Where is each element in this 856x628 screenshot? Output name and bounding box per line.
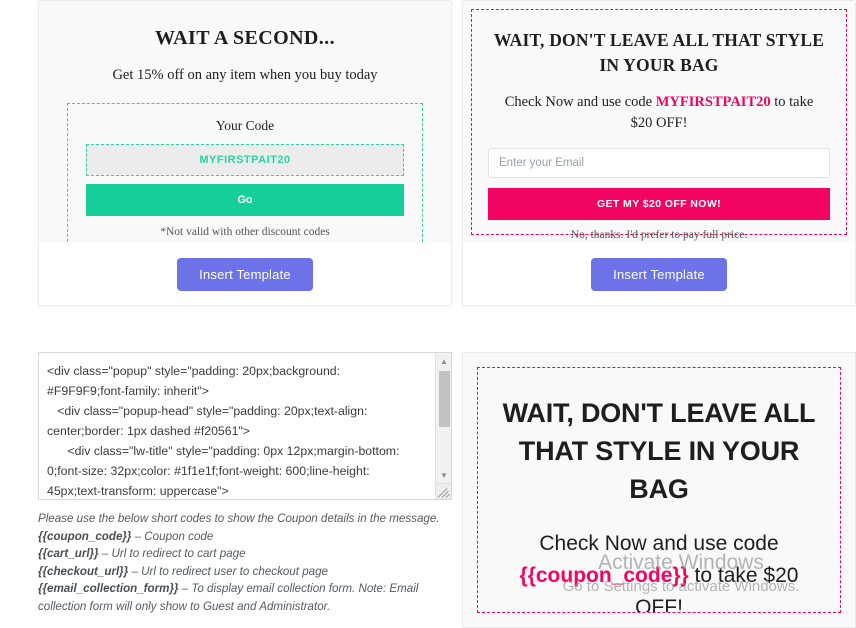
popup-green: WAIT A SECOND... Get 15% off on any item… xyxy=(49,25,441,257)
shortcode-desc-coupon-code: – Coupon code xyxy=(131,529,214,543)
resize-line-3 xyxy=(445,493,450,498)
shortcode-item-email-form: {{email_collection_form}} – To display e… xyxy=(38,580,452,615)
shortcode-intro: Please use the below short codes to show… xyxy=(38,512,440,525)
popup-pink-subtitle-before: Check Now and use code xyxy=(504,94,656,110)
popup-green-subtitle: Get 15% off on any item when you buy tod… xyxy=(112,67,378,83)
live-preview-subtitle-before: Check Now and use code xyxy=(539,532,779,555)
popup-pink-title: WAIT, DON'T LEAVE ALL THAT STYLE IN YOUR… xyxy=(493,30,825,75)
shortcode-help: Please use the below short codes to show… xyxy=(38,510,452,615)
shortcode-desc-checkout-url: – Url to redirect user to checkout page xyxy=(128,564,328,578)
shortcode-token-coupon-code: {{coupon_code}} xyxy=(38,529,132,543)
template-card-green[interactable]: WAIT A SECOND... Get 15% off on any item… xyxy=(38,0,452,306)
popup-pink: WAIT, DON'T LEAVE ALL THAT STYLE IN YOUR… xyxy=(471,9,847,241)
popup-green-coupon-code: MYFIRSTPAIT20 xyxy=(86,144,404,176)
popup-pink-decline-link[interactable]: No, thanks. I'd prefer to pay full price… xyxy=(488,229,830,241)
editor-row: <div class="popup" style="padding: 20px;… xyxy=(0,352,856,628)
shortcode-item-coupon-code: {{coupon_code}} – Coupon code xyxy=(38,528,452,546)
html-code-editor-content[interactable]: <div class="popup" style="padding: 20px;… xyxy=(39,353,419,499)
template-card-pink[interactable]: WAIT, DON'T LEAVE ALL THAT STYLE IN YOUR… xyxy=(462,0,856,306)
live-preview-subtitle: Check Now and use code {{coupon_code}} t… xyxy=(500,528,818,612)
live-preview-popup: WAIT, DON'T LEAVE ALL THAT STYLE IN YOUR… xyxy=(477,367,841,613)
popup-pink-subtitle: Check Now and use code MYFIRSTPAIT20 to … xyxy=(494,92,824,134)
template-green-footer: Insert Template xyxy=(39,243,451,305)
live-preview-title: WAIT, DON'T LEAVE ALL THAT STYLE IN YOUR… xyxy=(502,398,816,504)
shortcode-desc-cart-url: – Url to redirect to cart page xyxy=(98,547,246,560)
popup-green-title: WAIT A SECOND... xyxy=(155,27,335,49)
live-preview-coupon-token: {{coupon_code}} xyxy=(519,564,689,587)
live-preview-card: WAIT, DON'T LEAVE ALL THAT STYLE IN YOUR… xyxy=(462,352,856,628)
live-preview-column: WAIT, DON'T LEAVE ALL THAT STYLE IN YOUR… xyxy=(462,352,856,628)
insert-template-button-green[interactable]: Insert Template xyxy=(177,257,313,291)
insert-template-button-pink[interactable]: Insert Template xyxy=(591,257,727,291)
shortcode-token-checkout-url: {{checkout_url}} xyxy=(38,564,129,578)
resize-handle-icon[interactable] xyxy=(435,483,451,499)
html-code-editor[interactable]: <div class="popup" style="padding: 20px;… xyxy=(38,352,452,500)
popup-pink-coupon-code: MYFIRSTPAIT20 xyxy=(655,94,771,110)
popup-green-go-button[interactable]: Go xyxy=(86,184,404,216)
scroll-up-arrow-icon[interactable]: ▲ xyxy=(436,353,451,369)
editor-scrollbar[interactable]: ▲ ▼ xyxy=(435,353,451,499)
scrollbar-thumb[interactable] xyxy=(439,371,450,427)
popup-pink-email-input[interactable] xyxy=(488,148,830,178)
template-gallery-row: WAIT A SECOND... Get 15% off on any item… xyxy=(0,0,856,306)
scroll-down-arrow-icon[interactable]: ▼ xyxy=(436,467,451,483)
shortcode-token-email-form: {{email_collection_form}} xyxy=(38,582,179,595)
popup-green-code-label: Your Code xyxy=(215,118,275,133)
popup-green-disclaimer: *Not valid with other discount codes xyxy=(160,226,330,238)
template-preview-green: WAIT A SECOND... Get 15% off on any item… xyxy=(39,1,451,257)
template-pink-footer: Insert Template xyxy=(463,243,855,305)
popup-pink-cta-button[interactable]: GET MY $20 OFF NOW! xyxy=(488,188,830,220)
editor-column: <div class="popup" style="padding: 20px;… xyxy=(38,352,452,628)
template-preview-pink: WAIT, DON'T LEAVE ALL THAT STYLE IN YOUR… xyxy=(463,1,855,243)
shortcode-item-checkout-url: {{checkout_url}} – Url to redirect user … xyxy=(38,563,452,581)
shortcode-token-cart-url: {{cart_url}} xyxy=(38,547,99,560)
popup-green-coupon-box: Your Code MYFIRSTPAIT20 Go *Not valid wi… xyxy=(67,103,423,257)
shortcode-item-cart-url: {{cart_url}} – Url to redirect to cart p… xyxy=(38,545,452,563)
